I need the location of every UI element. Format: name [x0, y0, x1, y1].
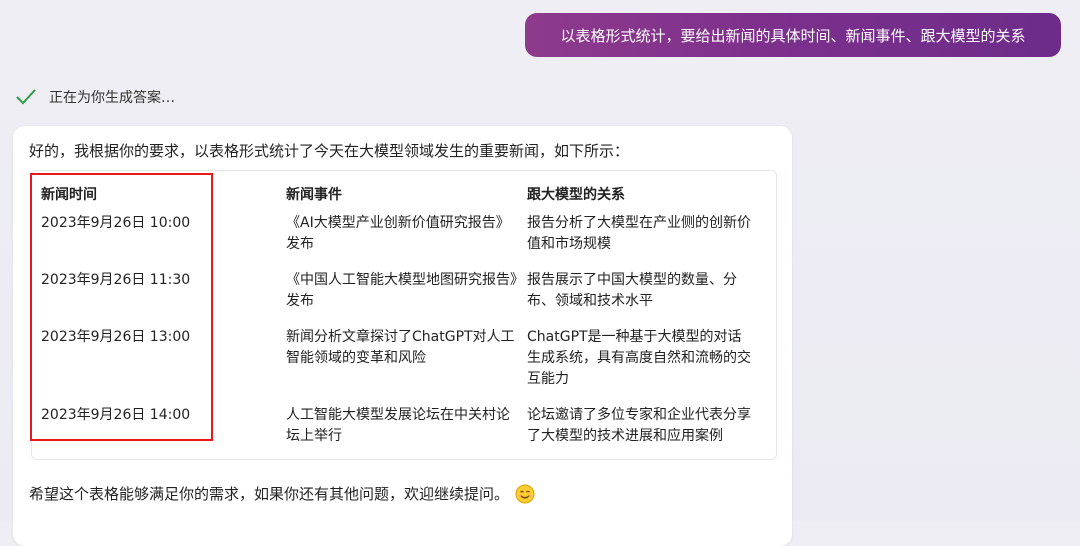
cell-event: 新闻分析文章探讨了ChatGPT对人工智能领域的变革和风险 [286, 329, 515, 366]
answer-closing: 希望这个表格能够满足你的需求，如果你还有其他问题，欢迎继续提问。 [29, 483, 535, 504]
check-icon [15, 88, 37, 106]
cell-relation: ChatGPT是一种基于大模型的对话生成系统，具有高度自然和流畅的交互能力 [527, 329, 751, 387]
user-message-bubble: 以表格形式统计，要给出新闻的具体时间、新闻事件、跟大模型的关系 [525, 13, 1061, 57]
cell-relation: 报告展示了中国大模型的数量、分布、领域和技术水平 [527, 272, 737, 309]
user-message-text: 以表格形式统计，要给出新闻的具体时间、新闻事件、跟大模型的关系 [560, 26, 1026, 45]
table-row: 2023年9月26日 11:30 《中国人工智能大模型地图研究报告》发布 报告展… [41, 270, 767, 327]
table-row: 2023年9月26日 10:00 《AI大模型产业创新价值研究报告》发布 报告分… [41, 213, 767, 270]
header-news-event: 新闻事件 [286, 187, 342, 203]
closing-text: 希望这个表格能够满足你的需求，如果你还有其他问题，欢迎继续提问。 [29, 485, 510, 503]
news-table: 新闻时间 新闻事件 跟大模型的关系 2023年9月26日 10:00 《AI大模… [41, 177, 767, 455]
answer-intro: 好的，我根据你的要求，以表格形式统计了今天在大模型领域发生的重要新闻，如下所示： [29, 142, 630, 160]
smile-emoji-icon [515, 484, 535, 504]
header-relation: 跟大模型的关系 [527, 187, 625, 203]
cell-event: 《中国人工智能大模型地图研究报告》发布 [286, 272, 517, 309]
cell-event: 人工智能大模型发展论坛在中关村论坛上举行 [286, 407, 510, 444]
header-news-time: 新闻时间 [41, 187, 97, 203]
cell-relation: 论坛邀请了多位专家和企业代表分享了大模型的技术进展和应用案例 [527, 407, 751, 444]
cell-relation: 报告分析了大模型在产业侧的创新价值和市场规模 [527, 215, 751, 252]
cell-event: 《AI大模型产业创新价值研究报告》发布 [286, 215, 510, 252]
cell-time: 2023年9月26日 14:00 [41, 407, 191, 423]
generation-status: 正在为你生成答案… [15, 86, 175, 108]
assistant-answer-card: 好的，我根据你的要求，以表格形式统计了今天在大模型领域发生的重要新闻，如下所示：… [13, 126, 792, 546]
table-header-row: 新闻时间 新闻事件 跟大模型的关系 [41, 177, 767, 213]
table-row: 2023年9月26日 13:00 新闻分析文章探讨了ChatGPT对人工智能领域… [41, 327, 767, 405]
cell-time: 2023年9月26日 10:00 [41, 215, 191, 231]
cell-time: 2023年9月26日 13:00 [41, 329, 191, 345]
cell-time: 2023年9月26日 11:30 [41, 272, 191, 288]
status-text: 正在为你生成答案… [49, 90, 175, 106]
table-row: 2023年9月26日 14:00 人工智能大模型发展论坛在中关村论坛上举行 论坛… [41, 405, 767, 455]
news-table-container: 新闻时间 新闻事件 跟大模型的关系 2023年9月26日 10:00 《AI大模… [31, 170, 777, 460]
